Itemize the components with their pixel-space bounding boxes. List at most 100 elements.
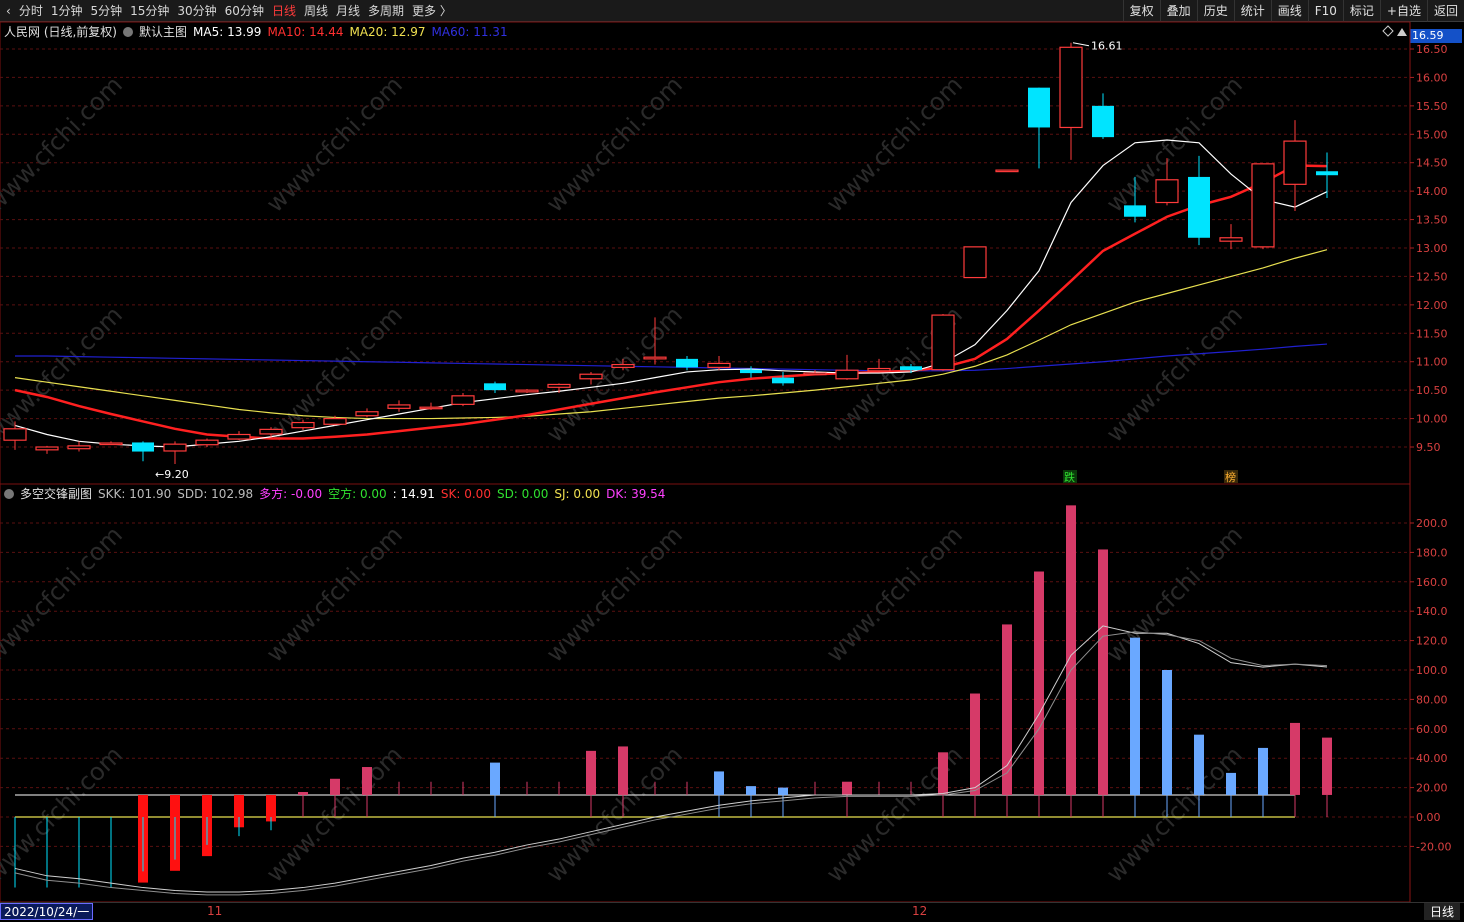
sub-axis-label: 20.00 <box>1416 782 1448 795</box>
sub-bar-pink <box>618 746 628 795</box>
sub-bar-blue <box>746 786 756 795</box>
sub-bar-blue <box>1162 670 1172 795</box>
candle-body-up <box>1219 237 1243 242</box>
price-axis-label: 16.00 <box>1416 71 1448 84</box>
price-axis-label: 10.50 <box>1416 384 1448 397</box>
month-tick-12: 12 <box>912 904 928 918</box>
candle-body-down <box>1092 105 1114 138</box>
sub-bar-pink <box>938 752 948 795</box>
candle-body-up <box>163 443 187 452</box>
watermark: www.cfchi.com <box>0 741 128 888</box>
sub-axis-label: 200.0 <box>1416 517 1448 530</box>
candle-body-down <box>1124 205 1146 217</box>
candle-body-up <box>451 395 475 405</box>
sub-bar-pink <box>330 778 340 795</box>
candle-body-up <box>323 417 347 425</box>
main-panel-frame <box>0 21 1411 485</box>
sub-bar-blue <box>778 787 788 795</box>
price-axis-label: 16.50 <box>1416 43 1448 56</box>
candle-body-up <box>3 428 27 441</box>
candle-body-down <box>1188 176 1210 238</box>
watermark: www.cfchi.com <box>1101 741 1248 888</box>
sub-bar-blue <box>490 762 500 795</box>
price-axis-label: 12.00 <box>1416 299 1448 312</box>
date-cursor-box: 2022/10/24/一 <box>0 903 94 920</box>
candle-body-up <box>1059 46 1083 129</box>
candle-body-up <box>579 373 603 380</box>
candle-body-up <box>643 356 667 360</box>
sub-bar-pink <box>1066 505 1076 795</box>
candle-body-up <box>195 439 219 446</box>
candle-body-down <box>900 366 922 371</box>
candle-body-up <box>547 383 571 388</box>
sub-bar-pink <box>1322 737 1332 795</box>
sub-axis-label: 140.0 <box>1416 605 1448 618</box>
sub-axis-label: 40.00 <box>1416 752 1448 765</box>
watermark: www.cfchi.com <box>1101 301 1248 448</box>
sub-axis-label: 80.00 <box>1416 693 1448 706</box>
price-axis-label: 11.50 <box>1416 327 1448 340</box>
candle-body-up <box>707 362 731 369</box>
candle-body-up <box>835 369 859 380</box>
watermark: www.cfchi.com <box>0 301 128 448</box>
period-indicator[interactable]: 日线 <box>1423 903 1460 920</box>
candle-body-up <box>1283 140 1307 185</box>
sub-bar-pink <box>1002 624 1012 795</box>
candle-body-up <box>963 246 987 279</box>
price-axis-label: 14.50 <box>1416 157 1448 170</box>
mark1-label: 跌 <box>1064 470 1075 484</box>
mark2-label: 榜 <box>1225 470 1236 484</box>
high-price-label: 16.61 <box>1091 40 1123 53</box>
price-axis-label: 13.00 <box>1416 242 1448 255</box>
watermark: www.cfchi.com <box>0 71 128 218</box>
candle-body-up <box>227 433 251 440</box>
sub-axis-label: 60.00 <box>1416 723 1448 736</box>
candle-body-down <box>132 442 154 452</box>
candle-body-up <box>995 169 1019 173</box>
month-tick-11: 11 <box>207 904 223 918</box>
candle-body-up <box>515 389 539 393</box>
ma60-line <box>15 343 1328 372</box>
diamond-icon <box>1382 25 1394 37</box>
watermark: www.cfchi.com <box>541 521 688 668</box>
watermark: www.cfchi.com <box>261 741 408 888</box>
candle-body-down <box>676 358 698 368</box>
candle-body-up <box>1251 163 1275 248</box>
price-axis-label: 14.00 <box>1416 185 1448 198</box>
sub-bar-blue <box>1130 637 1140 795</box>
price-axis-label: 10.00 <box>1416 413 1448 426</box>
watermark: www.cfchi.com <box>821 521 968 668</box>
sub-axis-label: 0.00 <box>1416 811 1441 824</box>
sub-bar-pink <box>1098 549 1108 795</box>
sub-bar-pink <box>970 693 980 795</box>
sub-bar-blue <box>714 771 724 795</box>
sub-bar-pink <box>842 781 852 795</box>
candle-body-up <box>611 363 635 368</box>
price-axis-label: 11.00 <box>1416 356 1448 369</box>
sub-axis-label: -20.00 <box>1416 840 1451 853</box>
watermark: www.cfchi.com <box>821 71 968 218</box>
sub-axis-label: 160.0 <box>1416 576 1448 589</box>
watermark: www.cfchi.com <box>541 71 688 218</box>
candle-body-up <box>67 445 91 450</box>
candle-body-down <box>772 377 794 384</box>
candle-body-down <box>484 383 506 391</box>
sub-bar-pink <box>1034 571 1044 795</box>
sub-axis-label: 120.0 <box>1416 635 1448 648</box>
low-price-label: ←9.20 <box>155 468 189 481</box>
candle-body-up <box>35 446 59 451</box>
price-axis-label: 15.00 <box>1416 128 1448 141</box>
candle-body-up <box>259 428 283 435</box>
kline-chart[interactable]: 16.50 16.00 15.50 15.00 14.50 14.00 13.50 13.00… <box>0 0 1464 922</box>
candle-body-up <box>387 404 411 409</box>
high-pointer <box>1072 42 1090 47</box>
candle-body-up <box>99 442 123 446</box>
sub-axis-label: 180.0 <box>1416 546 1448 559</box>
sub-bar-pink <box>298 792 308 795</box>
candle-body-up <box>931 314 955 371</box>
price-axis-label: 12.50 <box>1416 270 1448 283</box>
candle-body-up <box>355 411 379 417</box>
sub-bar-blue <box>1258 747 1268 795</box>
watermark: www.cfchi.com <box>261 71 408 218</box>
price-axis-label: 13.50 <box>1416 214 1448 227</box>
